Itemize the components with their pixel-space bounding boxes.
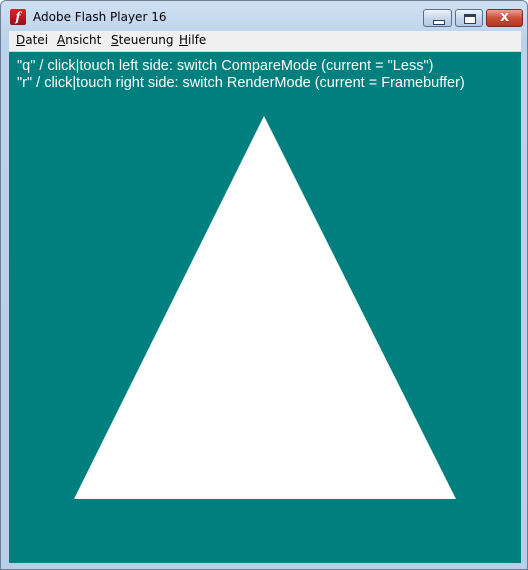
menu-ansicht[interactable]: Ansicht	[57, 33, 101, 47]
close-button[interactable]: x	[486, 9, 523, 27]
minimize-icon	[433, 20, 445, 25]
white-triangle	[74, 116, 456, 499]
menu-bar: Datei Ansicht Steuerung Hilfe	[9, 31, 521, 52]
app-window: f Adobe Flash Player 16 x Datei Ansicht …	[0, 0, 528, 570]
maximize-icon	[464, 14, 476, 24]
flash-stage[interactable]: "q" / click|touch left side: switch Comp…	[9, 52, 521, 563]
title-bar[interactable]: f Adobe Flash Player 16 x	[1, 1, 527, 31]
menu-steuerung[interactable]: Steuerung	[111, 33, 173, 47]
window-title: Adobe Flash Player 16	[33, 10, 167, 24]
menu-datei[interactable]: Datei	[16, 33, 48, 47]
close-icon: x	[499, 9, 510, 25]
maximize-button[interactable]	[455, 9, 483, 27]
triangle-shape	[74, 116, 456, 499]
menu-hilfe[interactable]: Hilfe	[179, 33, 206, 47]
minimize-button[interactable]	[423, 9, 452, 27]
flash-icon[interactable]: f	[10, 9, 26, 25]
